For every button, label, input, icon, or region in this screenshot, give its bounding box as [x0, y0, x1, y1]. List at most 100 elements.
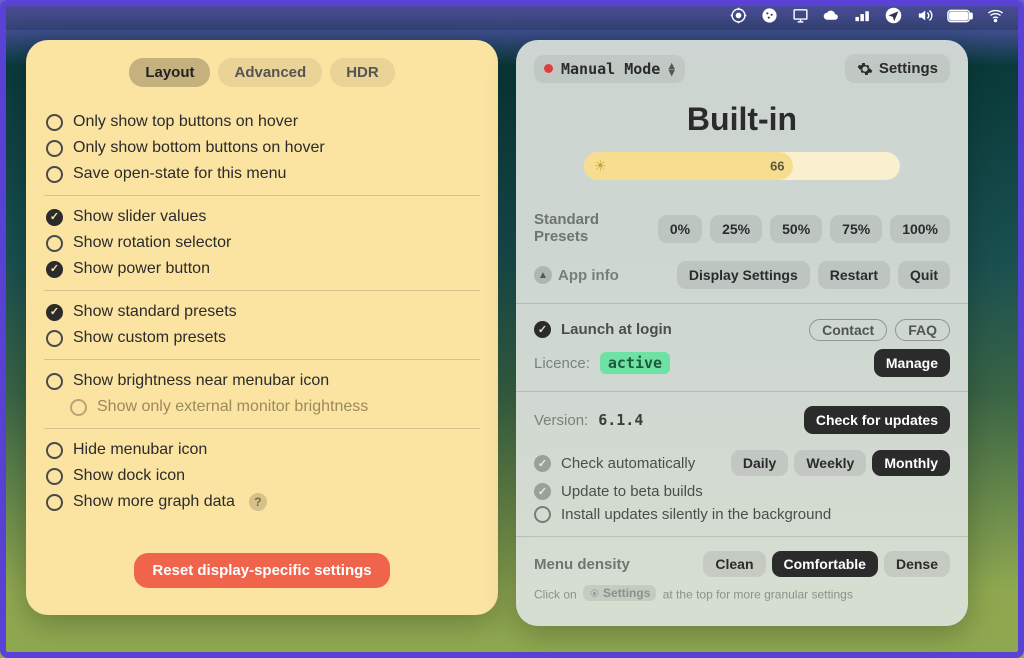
check-updates-button[interactable]: Check for updates: [804, 406, 950, 434]
licence-label: Licence:: [534, 355, 590, 372]
manage-licence-button[interactable]: Manage: [874, 349, 950, 377]
density-comfortable[interactable]: Comfortable: [772, 551, 878, 577]
radio-unchecked-icon: [46, 468, 63, 485]
option-bottom-hover[interactable]: Only show bottom buttons on hover: [44, 135, 480, 161]
option-label: Show custom presets: [73, 329, 226, 347]
freq-weekly[interactable]: Weekly: [794, 450, 866, 476]
app-info-label: App info: [558, 267, 619, 284]
radio-unchecked-icon: [46, 442, 63, 459]
checkbox-off-icon: [534, 506, 551, 523]
preset-0pct[interactable]: 0%: [658, 215, 702, 243]
option-label: Show slider values: [73, 208, 206, 226]
settings-label: Settings: [879, 60, 938, 77]
option-label: Show brightness near menubar icon: [73, 372, 329, 390]
option-label: Hide menubar icon: [73, 441, 207, 459]
density-clean[interactable]: Clean: [703, 551, 765, 577]
menu-density-label: Menu density: [534, 556, 630, 573]
options-tabs: Layout Advanced HDR: [44, 58, 480, 87]
density-dense[interactable]: Dense: [884, 551, 950, 577]
display-icon[interactable]: [792, 7, 809, 29]
wifi-icon[interactable]: [987, 7, 1004, 29]
faq-link[interactable]: FAQ: [895, 319, 950, 341]
option-graph-data[interactable]: Show more graph data?: [44, 489, 480, 515]
version-value: 6.1.4: [598, 411, 643, 429]
volume-icon[interactable]: [916, 7, 933, 29]
option-cust-presets[interactable]: Show custom presets: [44, 325, 480, 351]
option-label: Show more graph data: [73, 493, 235, 511]
settings-hint: Click on Settings at the top for more gr…: [534, 585, 950, 602]
option-label: Only show bottom buttons on hover: [73, 139, 325, 157]
chevron-up-icon: ▲: [534, 266, 552, 284]
option-slider-values[interactable]: Show slider values: [44, 204, 480, 230]
hint-settings-chip: Settings: [583, 585, 656, 601]
radio-unchecked-icon: [46, 235, 63, 252]
preset-75pct[interactable]: 75%: [830, 215, 882, 243]
update-beta-toggle[interactable]: ✓ Update to beta builds: [534, 480, 950, 503]
globe-icon[interactable]: [761, 7, 778, 29]
send-icon[interactable]: [885, 7, 902, 29]
display-control-panel: Manual Mode ▲▼ Settings Built-in 66 ☀ St…: [516, 40, 968, 626]
option-power[interactable]: Show power button: [44, 256, 480, 282]
freq-monthly[interactable]: Monthly: [872, 450, 950, 476]
checkbox-on-icon: ✓: [534, 483, 551, 500]
stepper-icon: ▲▼: [668, 62, 675, 76]
option-label: Save open-state for this menu: [73, 165, 286, 183]
option-brightness-near[interactable]: Show brightness near menubar icon: [44, 368, 480, 394]
preset-100pct[interactable]: 100%: [890, 215, 950, 243]
option-std-presets[interactable]: Show standard presets: [44, 299, 480, 325]
check-automatically-toggle[interactable]: ✓ Check automatically: [534, 452, 695, 475]
update-frequency-segment: Daily Weekly Monthly: [731, 450, 950, 476]
quit-button[interactable]: Quit: [898, 261, 950, 289]
preset-25pct[interactable]: 25%: [710, 215, 762, 243]
layout-options-panel: Layout Advanced HDR Only show top button…: [26, 40, 498, 615]
display-name: Built-in: [534, 101, 950, 138]
mode-selector[interactable]: Manual Mode ▲▼: [534, 55, 685, 83]
checkbox-on-icon: ✓: [534, 321, 551, 338]
cloud-icon[interactable]: [823, 7, 840, 29]
stacks-icon[interactable]: [854, 7, 871, 29]
macos-menubar: [6, 6, 1018, 30]
gear-icon: [857, 61, 873, 77]
location-icon[interactable]: [730, 7, 747, 29]
app-info-toggle[interactable]: ▲ App info: [534, 266, 619, 284]
tab-advanced[interactable]: Advanced: [218, 58, 322, 87]
radio-unchecked-icon: [46, 166, 63, 183]
radio-checked-icon: [46, 261, 63, 278]
option-hide-menubar[interactable]: Hide menubar icon: [44, 437, 480, 463]
option-label: Show dock icon: [73, 467, 185, 485]
reset-display-settings-button[interactable]: Reset display-specific settings: [134, 553, 389, 588]
mode-label: Manual Mode: [561, 60, 660, 78]
brightness-slider[interactable]: 66 ☀: [584, 152, 900, 180]
radio-checked-icon: [46, 209, 63, 226]
radio-unchecked-icon: [70, 399, 87, 416]
presets-label: StandardPresets: [534, 212, 599, 245]
tab-layout[interactable]: Layout: [129, 58, 210, 87]
option-top-hover[interactable]: Only show top buttons on hover: [44, 109, 480, 135]
licence-status: active: [600, 352, 670, 374]
settings-button[interactable]: Settings: [845, 54, 950, 83]
restart-button[interactable]: Restart: [818, 261, 890, 289]
option-rotation[interactable]: Show rotation selector: [44, 230, 480, 256]
radio-unchecked-icon: [46, 373, 63, 390]
option-label: Show rotation selector: [73, 234, 231, 252]
tab-hdr[interactable]: HDR: [330, 58, 395, 87]
contact-link[interactable]: Contact: [809, 319, 887, 341]
radio-unchecked-icon: [46, 330, 63, 347]
preset-50pct[interactable]: 50%: [770, 215, 822, 243]
option-save-open[interactable]: Save open-state for this menu: [44, 161, 480, 187]
freq-daily[interactable]: Daily: [731, 450, 788, 476]
help-icon[interactable]: ?: [249, 493, 267, 511]
install-silently-toggle[interactable]: Install updates silently in the backgrou…: [534, 503, 950, 526]
option-external-only[interactable]: Show only external monitor brightness: [44, 394, 480, 420]
option-label: Show power button: [73, 260, 210, 278]
radio-unchecked-icon: [46, 114, 63, 131]
launch-at-login-toggle[interactable]: ✓ Launch at login: [534, 318, 672, 341]
battery-icon[interactable]: [947, 9, 973, 28]
sun-icon: ☀: [594, 158, 607, 175]
option-dock-icon[interactable]: Show dock icon: [44, 463, 480, 489]
display-settings-button[interactable]: Display Settings: [677, 261, 810, 289]
radio-checked-icon: [46, 304, 63, 321]
gear-icon: [589, 588, 600, 599]
brightness-value: 66: [770, 159, 784, 174]
checkbox-on-icon: ✓: [534, 455, 551, 472]
